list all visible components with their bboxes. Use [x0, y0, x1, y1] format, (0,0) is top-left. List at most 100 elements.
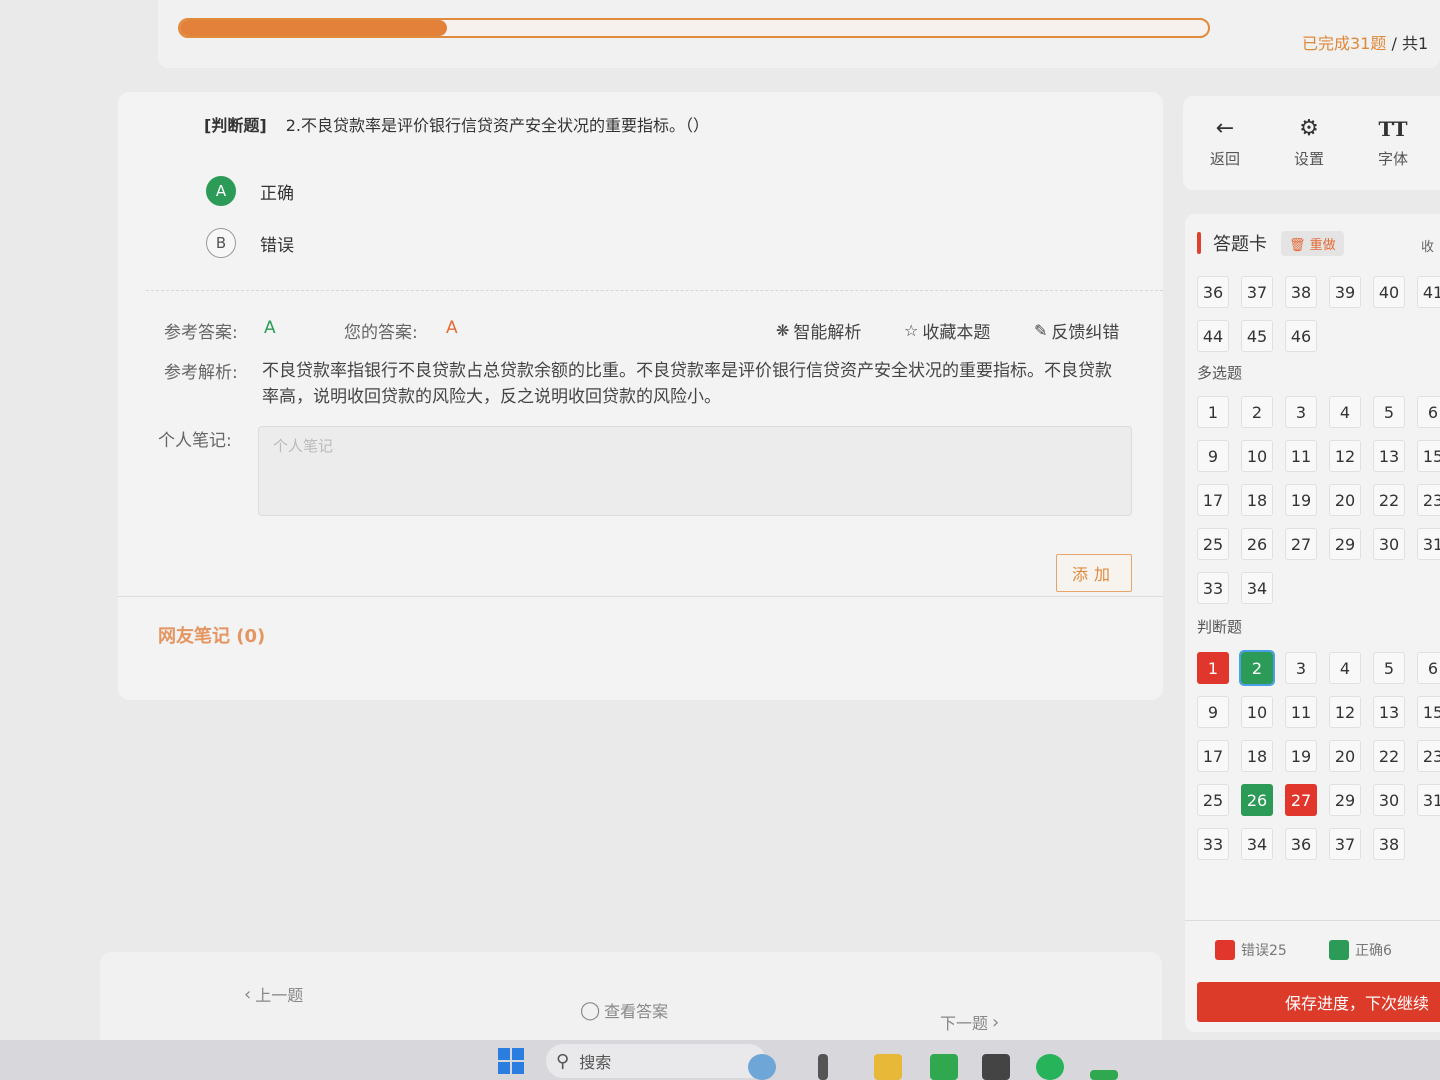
add-note-button[interactable]: 添加 — [1056, 554, 1132, 592]
question-number-cell[interactable]: 17 — [1197, 740, 1229, 772]
ai-analysis-button[interactable]: ❋ 智能解析 — [776, 318, 861, 343]
question-number-cell[interactable]: 36 — [1285, 828, 1317, 860]
question-number-cell[interactable]: 12 — [1329, 696, 1361, 728]
question-number-cell[interactable]: 36 — [1197, 276, 1229, 308]
ai-analysis-label: 智能解析 — [793, 323, 862, 343]
multi-choice-grid: 1234568910111213151617181920222324252627… — [1197, 396, 1440, 604]
app-icon[interactable] — [1090, 1070, 1118, 1080]
question-number-cell[interactable]: 4 — [1329, 652, 1361, 684]
question-number-cell[interactable]: 19 — [1285, 484, 1317, 516]
progress-text: 已完成31题 / 共1 — [1302, 30, 1428, 54]
question-number-cell[interactable]: 5 — [1373, 396, 1405, 428]
question-number-cell[interactable]: 3 — [1285, 652, 1317, 684]
question-number-cell[interactable]: 38 — [1285, 276, 1317, 308]
back-button[interactable]: ← 返回 — [1195, 116, 1255, 169]
taskbar-search[interactable]: ⚲ 搜索 — [546, 1044, 766, 1078]
feedback-button[interactable]: ✎ 反馈纠错 — [1034, 318, 1119, 343]
redo-button[interactable]: 🗑 重做 — [1281, 230, 1344, 256]
question-number-cell[interactable]: 17 — [1197, 484, 1229, 516]
app-icon[interactable] — [748, 1054, 776, 1080]
option-a[interactable]: A 正确 — [206, 176, 294, 206]
single-choice-grid: 36373839404143444546 — [1197, 276, 1440, 352]
question-number-cell[interactable]: 31 — [1417, 784, 1440, 816]
question-number-cell[interactable]: 18 — [1241, 484, 1273, 516]
question-number-cell[interactable]: 2 — [1241, 396, 1273, 428]
app-icon[interactable] — [930, 1054, 958, 1080]
question-number-cell[interactable]: 44 — [1197, 320, 1229, 352]
font-button[interactable]: TT 字体 — [1363, 116, 1423, 169]
question-number-cell[interactable]: 33 — [1197, 572, 1229, 604]
app-icon[interactable] — [818, 1054, 828, 1080]
question-number-cell[interactable]: 9 — [1197, 440, 1229, 472]
net-notes-header[interactable]: 网友笔记 (0) — [158, 622, 265, 648]
windows-start-icon[interactable] — [498, 1048, 524, 1074]
next-question-button[interactable]: 下一题 › — [940, 1010, 1003, 1034]
question-number-cell[interactable]: 27 — [1285, 528, 1317, 560]
question-number-cell[interactable]: 26 — [1241, 528, 1273, 560]
question-number-cell[interactable]: 26 — [1241, 784, 1273, 816]
question-number-cell[interactable]: 2 — [1239, 650, 1275, 686]
favorite-button[interactable]: ☆ 收藏本题 — [904, 318, 990, 343]
question-number-cell[interactable]: 18 — [1241, 740, 1273, 772]
question-number-cell[interactable]: 45 — [1241, 320, 1273, 352]
question-number-cell[interactable]: 41 — [1417, 276, 1440, 308]
question-number-cell[interactable]: 10 — [1241, 440, 1273, 472]
question-number-cell[interactable]: 37 — [1329, 828, 1361, 860]
question-number-cell[interactable]: 38 — [1373, 828, 1405, 860]
question-number-cell[interactable]: 37 — [1241, 276, 1273, 308]
settings-button[interactable]: ⚙ 设置 — [1279, 116, 1339, 169]
question-number-cell[interactable]: 33 — [1197, 828, 1229, 860]
question-number-cell[interactable]: 22 — [1373, 484, 1405, 516]
question-text: 2.不良贷款率是评价银行信贷资产安全状况的重要指标。（） — [285, 116, 710, 135]
question-number-cell[interactable]: 6 — [1417, 652, 1440, 684]
save-progress-button[interactable]: 保存进度，下次继续 — [1197, 982, 1440, 1022]
question-number-cell[interactable]: 4 — [1329, 396, 1361, 428]
question-number-cell[interactable]: 34 — [1241, 828, 1273, 860]
question-number-cell[interactable]: 23 — [1417, 484, 1440, 516]
question-number-cell[interactable]: 25 — [1197, 528, 1229, 560]
question-number-cell[interactable]: 46 — [1285, 320, 1317, 352]
question-number-cell[interactable]: 1 — [1197, 396, 1229, 428]
question-number-cell[interactable]: 29 — [1329, 784, 1361, 816]
answer-card-header: 答题卡 🗑 重做 — [1197, 230, 1344, 256]
question-number-cell[interactable]: 12 — [1329, 440, 1361, 472]
chat-app-icon[interactable] — [1036, 1054, 1064, 1080]
question-number-cell[interactable]: 39 — [1329, 276, 1361, 308]
question-number-cell[interactable]: 9 — [1197, 696, 1229, 728]
question-number-cell[interactable]: 13 — [1373, 696, 1405, 728]
question-number-cell[interactable]: 20 — [1329, 484, 1361, 516]
question-number-cell[interactable]: 29 — [1329, 528, 1361, 560]
personal-notes-input[interactable] — [258, 426, 1132, 516]
progress-separator: / — [1386, 34, 1402, 53]
question-number-cell[interactable]: 30 — [1373, 528, 1405, 560]
question-number-cell[interactable]: 11 — [1285, 696, 1317, 728]
question-number-cell[interactable]: 3 — [1285, 396, 1317, 428]
divider — [1185, 920, 1440, 921]
question-number-cell[interactable]: 10 — [1241, 696, 1273, 728]
question-number-cell[interactable]: 15 — [1417, 696, 1440, 728]
question-number-cell[interactable]: 6 — [1417, 396, 1440, 428]
option-b[interactable]: B 错误 — [206, 228, 294, 258]
question-number-cell[interactable]: 27 — [1285, 784, 1317, 816]
font-label: 字体 — [1377, 150, 1408, 168]
question-number-cell[interactable]: 20 — [1329, 740, 1361, 772]
question-number-cell[interactable]: 23 — [1417, 740, 1440, 772]
folder-icon[interactable] — [874, 1054, 902, 1080]
question-number-cell[interactable]: 19 — [1285, 740, 1317, 772]
question-number-cell[interactable]: 13 — [1373, 440, 1405, 472]
question-number-cell[interactable]: 40 — [1373, 276, 1405, 308]
prev-question-button[interactable]: ‹ 上一题 — [240, 982, 303, 1006]
question-number-cell[interactable]: 22 — [1373, 740, 1405, 772]
question-header: [判断题] 2.不良贷款率是评价银行信贷资产安全状况的重要指标。（） — [204, 112, 709, 136]
question-number-cell[interactable]: 5 — [1373, 652, 1405, 684]
question-number-cell[interactable]: 11 — [1285, 440, 1317, 472]
view-answer-button[interactable]: ◯ 查看答案 — [576, 998, 668, 1022]
question-number-cell[interactable]: 1 — [1197, 652, 1229, 684]
app-icon[interactable] — [982, 1054, 1010, 1080]
question-number-cell[interactable]: 25 — [1197, 784, 1229, 816]
question-number-cell[interactable]: 15 — [1417, 440, 1440, 472]
question-number-cell[interactable]: 31 — [1417, 528, 1440, 560]
collect-label[interactable]: 收 — [1421, 236, 1434, 255]
question-number-cell[interactable]: 34 — [1241, 572, 1273, 604]
question-number-cell[interactable]: 30 — [1373, 784, 1405, 816]
